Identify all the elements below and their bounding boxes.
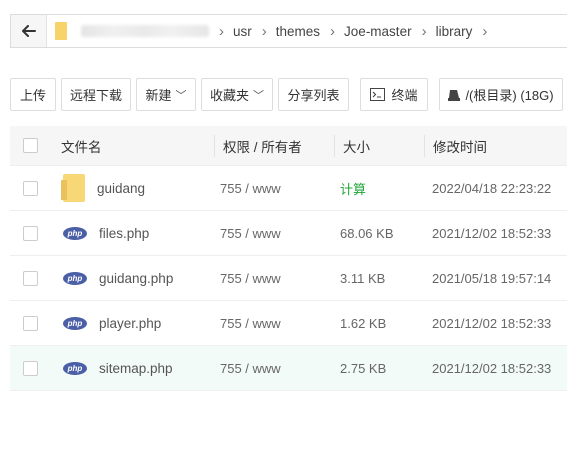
arrow-left-icon — [21, 25, 36, 37]
path-bar: › usr › themes › Joe-master › library › — [10, 14, 567, 48]
table-row[interactable]: php sitemap.php 755 / www 2.75 KB 2021/1… — [10, 346, 567, 391]
perm-cell[interactable]: 755 / www — [214, 361, 334, 376]
select-all-cell — [10, 138, 51, 153]
header-size[interactable]: 大小 — [334, 134, 424, 157]
remote-download-button[interactable]: 远程下载 — [61, 78, 131, 111]
perm-cell[interactable]: 755 / www — [214, 271, 334, 286]
select-all-checkbox[interactable] — [23, 138, 38, 153]
row-checkbox-cell — [10, 225, 51, 241]
file-name[interactable]: guidang — [97, 181, 145, 196]
chevron-right-icon: › — [261, 22, 267, 40]
terminal-button[interactable]: 终端 — [360, 78, 428, 111]
chevron-right-icon: › — [330, 22, 336, 40]
php-file-icon: php — [63, 361, 87, 375]
name-cell: php guidang.php — [51, 271, 214, 286]
row-checkbox[interactable] — [23, 270, 38, 286]
row-checkbox-cell — [10, 315, 51, 331]
perm-cell[interactable]: 755 / www — [214, 226, 334, 241]
breadcrumb-item-joe-master[interactable]: Joe-master — [344, 24, 412, 39]
disk-button[interactable]: /(根目录) (18G) — [439, 78, 563, 111]
php-file-icon: php — [63, 226, 87, 240]
mtime-cell: 2021/12/02 18:52:33 — [432, 225, 552, 241]
size-cell: 68.06 KB — [340, 225, 394, 241]
table-header: 文件名 权限 / 所有者 大小 修改时间 — [10, 126, 567, 166]
name-cell: guidang — [51, 174, 214, 202]
chevron-down-icon: ﹀ — [253, 89, 264, 102]
share-list-button[interactable]: 分享列表 — [278, 78, 349, 111]
favorites-label: 收藏夹 — [209, 88, 249, 103]
name-cell: php player.php — [51, 316, 214, 331]
file-name[interactable]: guidang.php — [99, 271, 173, 286]
perm-cell[interactable]: 755 / www — [214, 316, 334, 331]
size-cell: 3.11 KB — [340, 270, 386, 286]
disk-icon — [448, 89, 461, 101]
table-row[interactable]: php files.php 755 / www 68.06 KB 2021/12… — [10, 211, 567, 256]
size-cell: 1.62 KB — [340, 315, 387, 331]
upload-button[interactable]: 上传 — [10, 78, 56, 111]
name-cell: php files.php — [51, 226, 214, 241]
row-checkbox[interactable] — [23, 315, 38, 331]
header-perm[interactable]: 权限 / 所有者 — [214, 134, 334, 157]
new-button[interactable]: 新建 ﹀ — [136, 78, 196, 111]
row-checkbox[interactable] — [23, 180, 38, 196]
chevron-right-icon: › — [219, 22, 224, 40]
terminal-label: 终端 — [391, 88, 418, 103]
size-cell: 2.75 KB — [340, 360, 387, 376]
size-cell: 计算 — [334, 179, 424, 198]
name-cell: php sitemap.php — [51, 361, 214, 376]
breadcrumb-item-library[interactable]: library — [436, 24, 473, 39]
chevron-right-icon: › — [482, 22, 488, 40]
chevron-right-icon: › — [421, 22, 427, 40]
back-button[interactable] — [11, 15, 47, 47]
file-name[interactable]: player.php — [99, 316, 161, 331]
row-checkbox-cell — [10, 360, 51, 376]
php-file-icon: php — [63, 316, 87, 330]
row-checkbox[interactable] — [23, 360, 38, 376]
breadcrumb: › usr › themes › Joe-master › library › — [47, 15, 496, 47]
row-checkbox-cell — [10, 270, 51, 286]
calculate-size-link[interactable]: 计算 — [340, 179, 366, 198]
table-row[interactable]: php player.php 755 / www 1.62 KB 2021/12… — [10, 301, 567, 346]
share-list-label: 分享列表 — [287, 88, 340, 103]
breadcrumb-item-themes[interactable]: themes — [276, 24, 320, 39]
redacted-path — [81, 25, 209, 37]
toolbar: 上传 远程下载 新建 ﹀ 收藏夹 ﹀ 分享列表 终端 /(根目录) (18G) — [10, 78, 567, 112]
upload-label: 上传 — [19, 88, 46, 103]
folder-icon — [55, 22, 67, 40]
remote-download-label: 远程下载 — [69, 88, 122, 103]
file-name[interactable]: sitemap.php — [99, 361, 173, 376]
folder-icon — [61, 174, 85, 202]
table-row[interactable]: php guidang.php 755 / www 3.11 KB 2021/0… — [10, 256, 567, 301]
file-name[interactable]: files.php — [99, 226, 149, 241]
chevron-down-icon: ﹀ — [175, 89, 187, 102]
mtime-cell: 2022/04/18 22:23:22 — [432, 180, 552, 196]
breadcrumb-item-usr[interactable]: usr — [233, 24, 252, 39]
terminal-icon — [370, 88, 386, 101]
header-mtime[interactable]: 修改时间 — [424, 134, 567, 157]
row-checkbox-cell — [10, 180, 51, 196]
mtime-cell: 2021/05/18 19:57:14 — [432, 270, 552, 286]
table-row[interactable]: guidang 755 / www 计算 2022/04/18 22:23:22 — [10, 166, 567, 211]
row-checkbox[interactable] — [23, 225, 38, 241]
file-table: 文件名 权限 / 所有者 大小 修改时间 guidang 755 / www 计… — [10, 126, 567, 391]
header-name[interactable]: 文件名 — [51, 136, 214, 156]
disk-label: /(根目录) (18G) — [465, 88, 554, 103]
new-label: 新建 — [145, 88, 172, 103]
perm-cell[interactable]: 755 / www — [214, 181, 334, 196]
php-file-icon: php — [63, 271, 87, 285]
mtime-cell: 2021/12/02 18:52:33 — [432, 315, 552, 331]
favorites-button[interactable]: 收藏夹 ﹀ — [201, 78, 273, 111]
mtime-cell: 2021/12/02 18:52:33 — [432, 360, 552, 376]
